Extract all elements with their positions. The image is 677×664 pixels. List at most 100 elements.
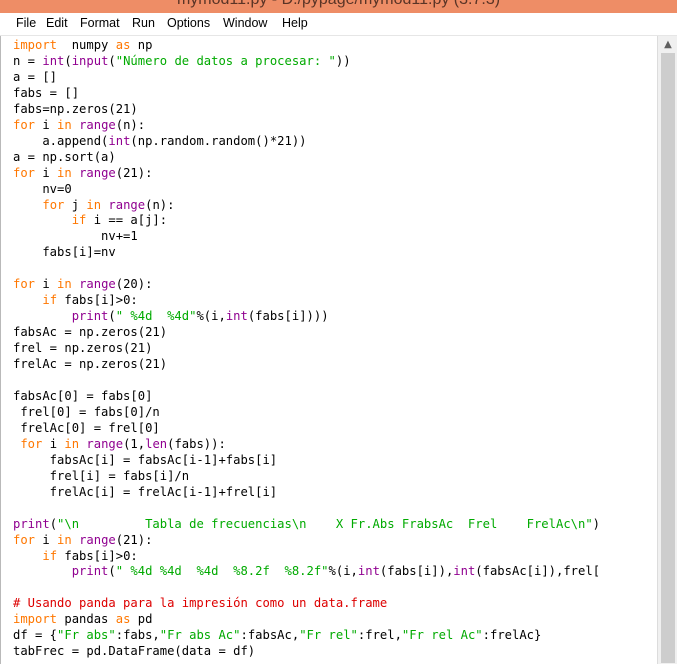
- code-line: if fabs[i]>0:: [13, 293, 137, 308]
- code-token: j: [64, 197, 87, 212]
- code-token: for: [13, 532, 36, 547]
- code-token: i: [35, 277, 58, 292]
- code-token: (: [49, 516, 58, 531]
- code-line: a = np.sort(a): [13, 150, 116, 164]
- code-token: "Fr rel": [299, 628, 358, 643]
- code-token: as: [115, 612, 131, 627]
- code-token: frelAc[i] = frelAc[i-1]+frel[i]: [13, 484, 278, 499]
- code-token: (20):: [115, 277, 153, 292]
- menu-options[interactable]: Options: [166, 16, 211, 30]
- code-line: frelAc = np.zeros(21): [13, 357, 167, 371]
- menu-bar: File Edit Format Run Options Window Help: [0, 13, 677, 36]
- code-line: nv+=1: [13, 229, 138, 243]
- title-bar[interactable]: mymod11.py - D:/pypage/mymod11.py (3.7.3…: [0, 0, 677, 13]
- code-text[interactable]: import numpy as np n = int(input("Número…: [13, 38, 600, 660]
- code-token: nv=0: [13, 181, 72, 196]
- vertical-scrollbar[interactable]: ▲: [657, 36, 677, 664]
- code-editor[interactable]: import numpy as np n = int(input("Número…: [0, 36, 658, 664]
- code-token: range: [79, 532, 116, 547]
- code-line: if i == a[j]:: [13, 213, 167, 227]
- chevron-up-icon[interactable]: ▲: [658, 36, 677, 53]
- menu-file[interactable]: File: [15, 16, 37, 30]
- code-line: for i in range(n):: [13, 118, 145, 132]
- code-token: range: [79, 277, 116, 292]
- code-token: range: [79, 117, 116, 132]
- code-token: numpy: [57, 38, 116, 52]
- code-token: i: [35, 165, 58, 180]
- code-token: if: [71, 213, 87, 228]
- code-token: (: [108, 564, 116, 579]
- code-line: fabsAc = np.zeros(21): [13, 325, 167, 339]
- code-token: int: [225, 309, 248, 324]
- code-line: print(" %4d %4d"%(i,int(fabs[i]))): [13, 309, 329, 323]
- code-token: a = []: [13, 69, 58, 84]
- code-token: import: [13, 612, 58, 627]
- code-token: n =: [13, 53, 43, 68]
- code-token: print: [13, 516, 50, 531]
- code-token: ): [592, 516, 601, 531]
- code-token: (n):: [115, 117, 146, 132]
- code-line: import numpy as np: [13, 38, 152, 52]
- code-line: print(" %4d %4d %4d %8.2f %8.2f"%(i,int(…: [13, 564, 600, 578]
- code-token: fabs = []: [13, 85, 80, 100]
- code-token: in: [57, 277, 72, 292]
- code-line: a.append(int(np.random.random()*21)): [13, 133, 306, 148]
- code-token: int: [357, 564, 380, 579]
- code-token: frelAc[0] = frel[0]: [13, 420, 160, 435]
- code-token: a = np.sort(a): [13, 149, 116, 164]
- code-token: int: [42, 53, 65, 68]
- code-token: in: [57, 532, 72, 547]
- menu-help[interactable]: Help: [281, 16, 309, 30]
- code-token: :frelAc}: [482, 628, 542, 643]
- code-token: %(i,: [196, 309, 226, 324]
- code-token: nv+=1: [13, 229, 138, 244]
- code-token: frel[i] = fabs[i]/n: [13, 468, 190, 483]
- code-token: int: [108, 133, 131, 148]
- code-token: for: [20, 436, 43, 451]
- code-token: (: [108, 53, 116, 68]
- scrollbar-thumb[interactable]: [661, 53, 675, 663]
- code-line: df = {"Fr abs":fabs,"Fr abs Ac":fabsAc,"…: [13, 628, 541, 642]
- code-line: frel = np.zeros(21): [13, 341, 152, 355]
- window-title: mymod11.py - D:/pypage/mymod11.py (3.7.3…: [0, 0, 677, 9]
- code-token: frel[0] = fabs[0]/n: [13, 404, 160, 419]
- menu-run[interactable]: Run: [131, 16, 156, 30]
- code-line: tabFrec = pd.DataFrame(data = df): [13, 644, 255, 658]
- code-token: np: [130, 38, 153, 52]
- code-token: i: [35, 117, 58, 132]
- menu-format[interactable]: Format: [79, 16, 121, 30]
- code-token: "\n Tabla de frecuencias\n X Fr.Abs Frab…: [57, 516, 593, 531]
- code-token: in: [57, 117, 72, 132]
- code-token: print: [71, 564, 109, 579]
- code-line: fabs[i]=nv: [13, 245, 116, 260]
- code-token: print: [71, 309, 109, 324]
- code-line: frel[i] = fabs[i]/n: [13, 469, 189, 483]
- code-token: " %4d %4d %4d %8.2f %8.2f": [115, 564, 329, 579]
- code-token: fabsAc[i] = fabsAc[i-1]+fabs[i]: [13, 452, 278, 467]
- code-line: frelAc[i] = frelAc[i-1]+frel[i]: [13, 485, 277, 499]
- code-token: i: [35, 532, 58, 547]
- code-line: # Usando panda para la impresión como un…: [13, 596, 387, 610]
- code-token: in: [64, 436, 80, 451]
- code-token: for: [13, 277, 36, 292]
- code-token: "Fr abs": [57, 628, 116, 643]
- menu-window[interactable]: Window: [222, 16, 268, 30]
- code-token: if: [42, 293, 58, 308]
- code-token: (fabs[i]),: [379, 564, 454, 579]
- code-token: (: [108, 309, 116, 324]
- code-token: fabsAc[0] = fabs[0]: [13, 388, 153, 403]
- code-token: len: [145, 436, 168, 451]
- code-token: tabFrec = pd.DataFrame(data = df): [13, 644, 256, 659]
- code-token: range: [79, 165, 116, 180]
- code-token: (21):: [115, 532, 153, 547]
- code-line: for i in range(1,len(fabs)):: [13, 436, 225, 451]
- menu-edit[interactable]: Edit: [45, 16, 69, 30]
- code-line: fabsAc[0] = fabs[0]: [13, 389, 152, 403]
- code-token: a.append(: [13, 133, 109, 148]
- code-token: :frel,: [357, 628, 402, 643]
- code-token: fabs[i]=nv: [13, 245, 116, 260]
